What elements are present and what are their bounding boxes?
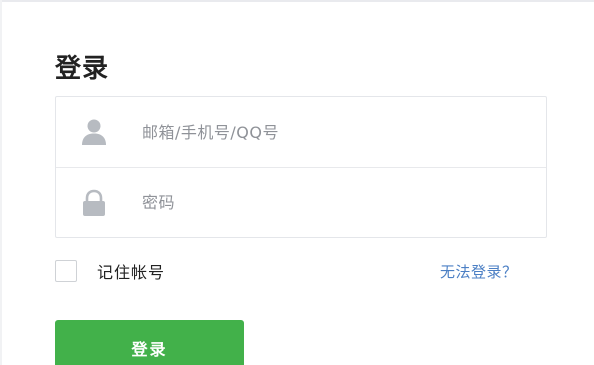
remember-account-option[interactable]: 记住帐号 — [55, 259, 165, 283]
login-button[interactable]: 登录 — [55, 320, 244, 365]
window-top-border — [0, 0, 594, 2]
password-input[interactable] — [142, 182, 522, 223]
account-input[interactable] — [142, 112, 522, 152]
page-title: 登录 — [55, 54, 110, 84]
window-left-border — [0, 0, 2, 365]
account-row — [56, 97, 546, 167]
password-row — [56, 167, 546, 237]
cannot-login-link[interactable]: 无法登录？ — [440, 261, 518, 282]
login-form-fields — [55, 96, 547, 238]
remember-account-label: 记住帐号 — [97, 263, 166, 282]
remember-account-checkbox[interactable] — [55, 260, 77, 282]
lock-icon — [56, 168, 132, 238]
user-icon — [56, 97, 132, 167]
